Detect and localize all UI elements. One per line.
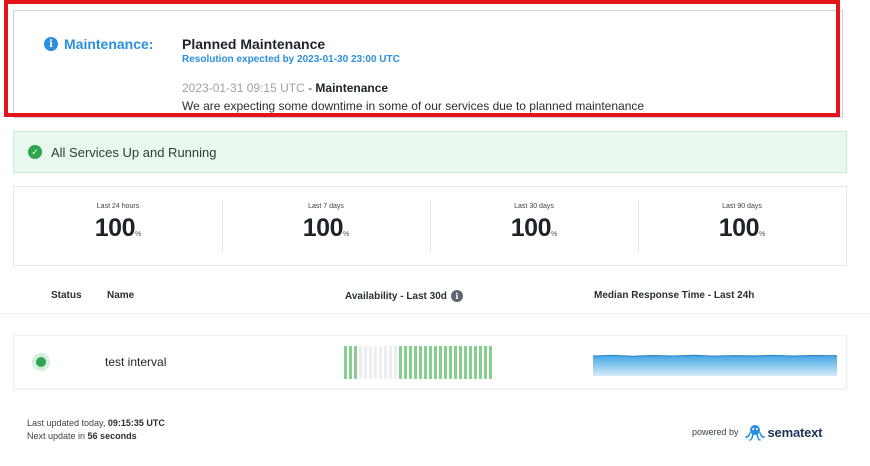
stat-period: Last 24 hours xyxy=(96,203,140,210)
stat-last-90-days: Last 90 days 100% xyxy=(638,187,846,265)
availability-day-bar[interactable] xyxy=(444,346,447,379)
stat-last-24-hours: Last 24 hours 100% xyxy=(14,187,222,265)
stat-period: Last 30 days xyxy=(514,203,554,210)
availability-day-bar[interactable] xyxy=(404,346,407,379)
stat-unit: % xyxy=(758,231,766,238)
stat-period: Last 7 days xyxy=(308,203,344,210)
monitor-table-header: Status Name Availability - Last 30d i Me… xyxy=(0,290,870,310)
brand-name: sematext xyxy=(767,424,823,440)
availability-day-bar[interactable] xyxy=(344,346,347,379)
availability-day-bar[interactable] xyxy=(419,346,422,379)
octopus-icon xyxy=(744,425,765,441)
availability-day-bar[interactable] xyxy=(449,346,452,379)
powered-by-label: powered by xyxy=(692,427,739,437)
availability-day-bar[interactable] xyxy=(414,346,417,379)
response-time-area xyxy=(593,355,837,376)
availability-day-bar[interactable] xyxy=(489,346,492,379)
stat-unit: % xyxy=(342,231,350,238)
status-banner-text: All Services Up and Running xyxy=(51,144,217,160)
availability-day-bar[interactable] xyxy=(484,346,487,379)
availability-day-bar[interactable] xyxy=(469,346,472,379)
availability-day-bar[interactable] xyxy=(379,346,382,379)
availability-day-bar[interactable] xyxy=(359,346,362,379)
availability-day-bar[interactable] xyxy=(464,346,467,379)
stat-unit: % xyxy=(550,231,558,238)
stat-last-30-days: Last 30 days 100% xyxy=(430,187,638,265)
header-availability-label: Availability - Last 30d xyxy=(345,290,447,302)
availability-day-bar[interactable] xyxy=(384,346,387,379)
next-update-value: 56 seconds xyxy=(87,431,137,441)
header-name: Name xyxy=(107,290,135,301)
availability-day-bar[interactable] xyxy=(479,346,482,379)
brand-logo[interactable]: sematext xyxy=(744,423,823,441)
header-divider xyxy=(0,313,870,314)
monitor-name[interactable]: test interval xyxy=(105,355,166,369)
stat-value: 100 xyxy=(302,214,344,242)
availability-day-bar[interactable] xyxy=(429,346,432,379)
header-status: Status xyxy=(51,290,82,301)
availability-day-bar[interactable] xyxy=(439,346,442,379)
status-banner: ✓ All Services Up and Running xyxy=(13,131,847,173)
status-up-icon xyxy=(32,353,50,371)
availability-day-bar[interactable] xyxy=(409,346,412,379)
availability-day-bar[interactable] xyxy=(474,346,477,379)
stat-last-7-days: Last 7 days 100% xyxy=(222,187,430,265)
highlight-frame xyxy=(4,0,840,117)
stat-period: Last 90 days xyxy=(722,203,762,210)
response-time-chart xyxy=(593,354,837,376)
next-update-label: Next update in xyxy=(27,431,88,441)
table-row[interactable]: test interval xyxy=(13,335,847,389)
stat-value: 100 xyxy=(510,214,552,242)
header-median-response: Median Response Time - Last 24h xyxy=(594,290,755,301)
availability-day-bar[interactable] xyxy=(454,346,457,379)
response-time-line xyxy=(593,354,837,357)
availability-day-bar[interactable] xyxy=(459,346,462,379)
availability-day-bar[interactable] xyxy=(364,346,367,379)
powered-by[interactable]: powered by sematext xyxy=(692,423,823,441)
header-availability: Availability - Last 30d i xyxy=(345,290,463,302)
availability-day-bar[interactable] xyxy=(394,346,397,379)
stat-value: 100 xyxy=(718,214,760,242)
availability-day-bar[interactable] xyxy=(354,346,357,379)
availability-day-bar[interactable] xyxy=(349,346,352,379)
info-icon[interactable]: i xyxy=(450,290,463,302)
availability-day-bar[interactable] xyxy=(369,346,372,379)
availability-day-bar[interactable] xyxy=(374,346,377,379)
last-updated: Last updated today, 09:15:35 UTC Next up… xyxy=(27,417,165,443)
availability-bars xyxy=(344,346,492,379)
uptime-stats: Last 24 hours 100% Last 7 days 100% Last… xyxy=(13,186,847,266)
last-updated-label: Last updated today, xyxy=(27,418,108,428)
stat-value: 100 xyxy=(94,214,136,242)
check-circle-icon: ✓ xyxy=(28,145,42,159)
stat-unit: % xyxy=(134,231,142,238)
availability-day-bar[interactable] xyxy=(424,346,427,379)
last-updated-time: 09:15:35 UTC xyxy=(107,418,165,428)
availability-day-bar[interactable] xyxy=(389,346,392,379)
availability-day-bar[interactable] xyxy=(399,346,402,379)
availability-day-bar[interactable] xyxy=(434,346,437,379)
